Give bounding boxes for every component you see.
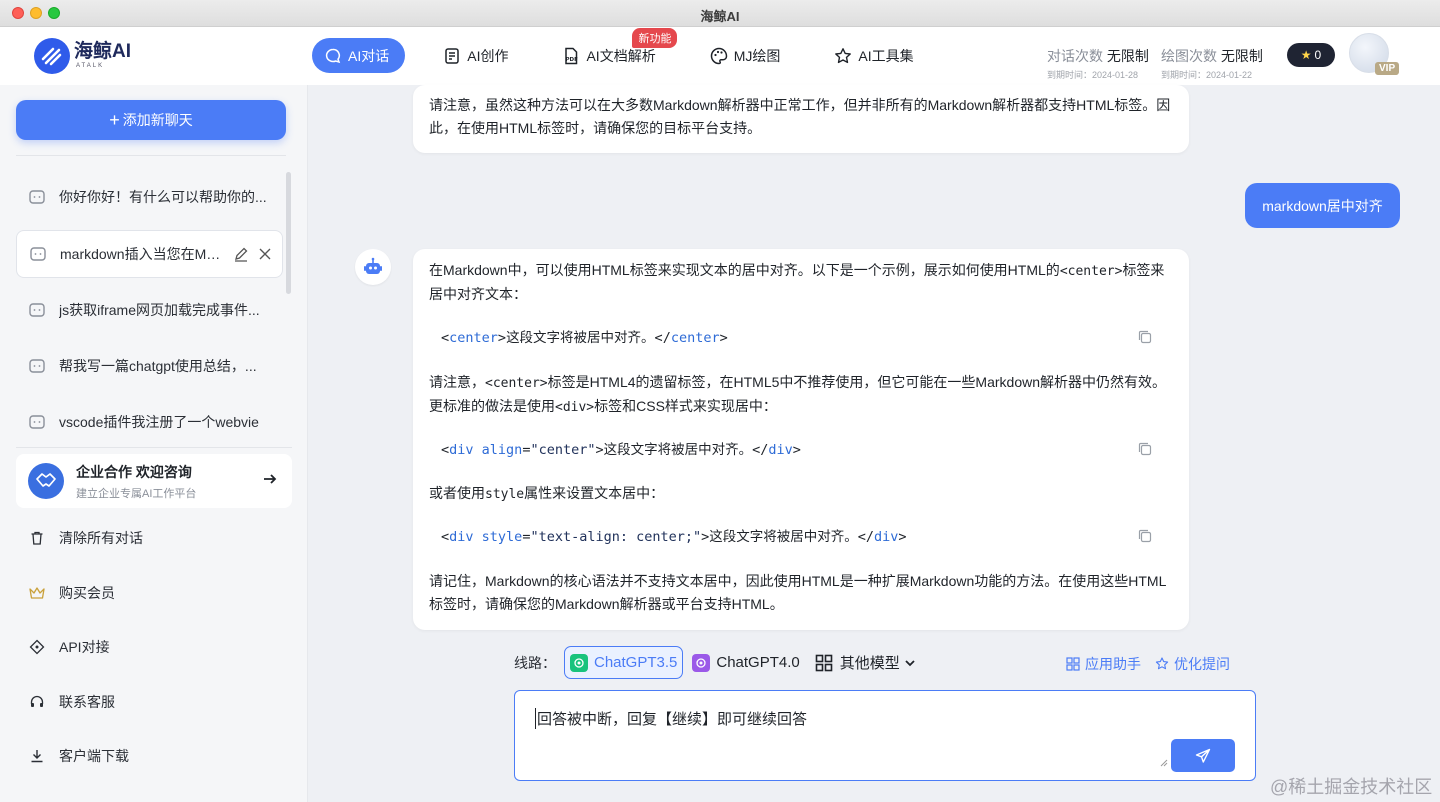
enterprise-subtitle: 建立企业专属AI工作平台 [76, 487, 197, 500]
code-block: <center>这段文字将被居中对齐。</center> [429, 327, 1173, 350]
chat-bubble-icon [324, 47, 342, 65]
message-paragraph: 请注意，<center>标签是HTML4的遗留标签，在HTML5中不推荐使用，但… [429, 374, 1166, 415]
nav-ai-doc-parse[interactable]: PDF AI文档解析 新功能 [550, 28, 678, 73]
nav-mj-draw[interactable]: MJ绘图 [698, 38, 797, 73]
close-icon[interactable] [256, 245, 274, 263]
code-block: <div align="center">这段文字将被居中对齐。</div> [429, 439, 1173, 462]
chat-list-scrollbar[interactable] [286, 172, 291, 294]
resize-handle-icon[interactable] [1158, 757, 1168, 767]
new-feature-badge: 新功能 [632, 28, 678, 48]
arrow-right-icon [264, 474, 277, 484]
divider [16, 155, 286, 156]
bot-message: 在Markdown中，可以使用HTML标签来实现文本的居中对齐。以下是一个示例，… [413, 249, 1189, 630]
draw-quota: 绘图次数 无限制 到期时间：2024-01-22 [1161, 48, 1263, 80]
api-integration-button[interactable]: API对接 [28, 637, 110, 657]
star-icon: ★ [1300, 48, 1312, 62]
nav-label: MJ绘图 [733, 47, 781, 64]
document-icon [443, 47, 461, 65]
copy-icon[interactable] [1137, 441, 1153, 457]
contact-support-button[interactable]: 联系客服 [28, 692, 115, 712]
clear-all-chats-button[interactable]: 清除所有对话 [28, 528, 143, 548]
star-icon [834, 47, 852, 65]
model-chatgpt35-button[interactable]: ChatGPT3.5 [564, 646, 684, 679]
bot-message-previous: 请注意，虽然这种方法可以在大多数Markdown解析器中正常工作，但并非所有的M… [413, 85, 1189, 153]
optimize-question-button[interactable]: 优化提问 [1155, 654, 1230, 674]
download-icon [28, 747, 46, 765]
trash-icon [28, 529, 46, 547]
sidebar: + 添加新聊天 你好你好！有什么可以帮助你的... markdown插入当您在M… [0, 85, 308, 802]
draw-quota-expiry: 到期时间：2024-01-22 [1161, 70, 1253, 80]
add-new-chat-button[interactable]: + 添加新聊天 [16, 100, 286, 140]
divider [16, 447, 292, 448]
buy-membership-button[interactable]: 购买会员 [28, 583, 115, 603]
logo-text: 海鲸AI ATALK [74, 41, 132, 70]
chat-icon [29, 359, 45, 373]
chat-icon [29, 190, 45, 204]
plus-icon: + [109, 110, 120, 130]
nav-ai-chat[interactable]: AI对话 [312, 38, 406, 73]
window-title: 海鲸AI [700, 9, 740, 24]
message-paragraph: 在Markdown中，可以使用HTML标签来实现文本的居中对齐。以下是一个示例，… [429, 262, 1165, 302]
copy-icon[interactable] [1137, 329, 1153, 345]
app-header: 海鲸AI ATALK AI对话 AI创作 PDF AI文档解析 新功能 MJ绘图… [0, 27, 1440, 85]
handshake-icon [28, 463, 64, 499]
apps-icon [1066, 657, 1080, 671]
route-label: 线路： [514, 654, 556, 671]
enterprise-title: 企业合作 欢迎咨询 [76, 463, 192, 480]
star-icon [1155, 657, 1169, 670]
message-text: 请注意，虽然这种方法可以在大多数Markdown解析器中正常工作，但并非所有的M… [429, 97, 1171, 136]
chat-icon [30, 247, 46, 261]
chat-icon [29, 303, 45, 317]
nav-ai-tools[interactable]: AI工具集 [822, 38, 929, 73]
api-icon [28, 638, 46, 656]
robot-icon [364, 257, 382, 274]
svg-text:PDF: PDF [566, 57, 579, 63]
other-models-dropdown[interactable]: 其他模型 [815, 652, 917, 673]
watermark: @稀土掘金技术社区 [1270, 777, 1433, 797]
enterprise-cooperation-card[interactable]: 企业合作 欢迎咨询 建立企业专属AI工作平台 [16, 454, 292, 508]
headset-icon [28, 693, 46, 711]
chevron-down-icon [905, 659, 915, 666]
model-chatgpt40-button[interactable]: ChatGPT4.0 [687, 646, 804, 679]
message-input[interactable]: 回答被中断，回复【继续】即可继续回答 [514, 690, 1256, 781]
stars-balance[interactable]: ★ 0 [1287, 43, 1335, 67]
model-selector: 线路： ChatGPT3.5 ChatGPT4.0 其他模型 [514, 646, 917, 679]
chat-list-item-active[interactable]: markdown插入当您在Markdo [16, 230, 283, 278]
nav-label: AI创作 [467, 47, 509, 64]
openai-icon [692, 653, 711, 672]
code-block: <div style="text-align: center;">这段文字将被居… [429, 526, 1173, 549]
chat-icon [29, 415, 45, 429]
vip-badge: VIP [1375, 62, 1400, 75]
nav-label: AI文档解析 [586, 47, 656, 64]
chat-list-item[interactable]: 帮我写一篇chatgpt使用总结，... [16, 342, 283, 390]
user-message: markdown居中对齐 [1245, 183, 1400, 228]
grid-icon [815, 654, 833, 671]
send-icon [1195, 748, 1211, 763]
chat-list-item[interactable]: vscode插件我注册了一个webvie [16, 398, 283, 446]
message-paragraph: 或者使用style属性来设置文本居中： [429, 485, 665, 502]
logo-icon [34, 38, 70, 74]
message-input-text[interactable]: 回答被中断，回复【继续】即可继续回答 [535, 708, 807, 729]
send-button[interactable] [1171, 739, 1235, 772]
edit-icon[interactable] [232, 245, 250, 263]
main-nav: AI对话 AI创作 PDF AI文档解析 新功能 MJ绘图 AI工具集 [312, 28, 956, 73]
nav-label: AI工具集 [858, 47, 914, 64]
window-titlebar: 海鲸AI [0, 0, 1440, 27]
chat-list-item[interactable]: js获取iframe网页加载完成事件... [16, 286, 283, 334]
palette-icon [710, 47, 728, 65]
bot-avatar [355, 249, 391, 285]
chat-list-item[interactable]: 你好你好！有什么可以帮助你的... [16, 173, 283, 221]
logo[interactable]: 海鲸AI ATALK [34, 38, 131, 74]
chat-quota: 对话次数 无限制 到期时间：2024-01-28 [1047, 48, 1149, 80]
openai-icon [570, 653, 588, 672]
pdf-icon: PDF [562, 47, 580, 65]
chat-quota-expiry: 到期时间：2024-01-28 [1047, 70, 1139, 80]
message-paragraph: 请记住，Markdown的核心语法并不支持文本居中，因此使用HTML是一种扩展M… [429, 573, 1167, 612]
copy-icon[interactable] [1137, 528, 1153, 544]
app-assistant-button[interactable]: 应用助手 [1066, 654, 1141, 674]
nav-label: AI对话 [348, 47, 390, 64]
crown-icon [28, 584, 46, 602]
nav-ai-create[interactable]: AI创作 [431, 38, 524, 73]
client-download-button[interactable]: 客户端下载 [28, 746, 129, 766]
